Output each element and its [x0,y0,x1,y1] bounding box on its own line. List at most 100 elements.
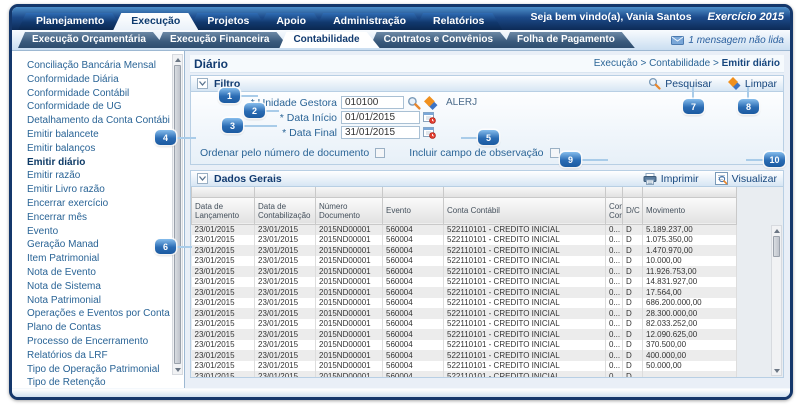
sidebar-item[interactable]: Nota de Sistema [27,280,170,294]
main-menu-tab[interactable]: Relatórios [415,13,502,30]
search-button[interactable]: Pesquisar [648,77,712,90]
sidebar-item[interactable]: Operações e Eventos por Conta [27,307,170,321]
table-row[interactable]: 23/01/201523/01/20152015ND00001560004 52… [192,277,784,288]
clear-field-button[interactable] [424,96,438,110]
sidebar-item[interactable]: Tipo de Retenção [27,376,170,388]
sidebar-item[interactable]: Encerrar mês [27,211,170,225]
sidebar-item[interactable]: Emitir razão [27,169,170,183]
sidebar-item[interactable]: Plano de Contas [27,321,170,335]
unidade-gestora-input[interactable] [341,96,404,109]
table-row[interactable]: 23/01/201523/01/20152015ND00001560004 52… [192,266,784,277]
main-menu-tab[interactable]: Projetos [189,13,267,30]
sidebar-item[interactable]: Processo de Encerramento [27,335,170,349]
sidebar-item[interactable]: Item Patrimonial [27,252,170,266]
sidebar-item[interactable]: Conciliação Bancária Mensal [27,59,170,73]
print-button[interactable]: Imprimir [643,173,699,185]
data-final-input[interactable] [341,126,420,139]
sidebar-item[interactable]: Emitir Livro razão [27,183,170,197]
sidebar-item[interactable]: Encerrar exercício [27,197,170,211]
lookup-button[interactable] [407,96,421,110]
order-checkbox-label: Ordenar pelo número de documento [200,147,369,159]
table-row[interactable]: 23/01/201523/01/20152015ND00001560004 52… [192,371,784,378]
table-row[interactable]: 23/01/201523/01/20152015ND00001560004 52… [192,235,784,246]
table-scrollbar[interactable] [771,225,782,376]
unidade-gestora-name: ALERJ [446,97,477,108]
sidebar-item[interactable]: Evento [27,225,170,239]
column-header[interactable]: D/C [623,197,643,224]
table-row[interactable]: 23/01/201523/01/20152015ND00001560004 52… [192,340,784,351]
search-icon [648,77,661,90]
calendar-button[interactable] [423,111,436,124]
annotation-connector [243,125,277,127]
sidebar-item[interactable]: Nota Patrimonial [27,294,170,308]
envelope-icon [671,36,684,45]
data-inicio-input[interactable] [341,111,420,124]
table-row[interactable]: 23/01/201523/01/20152015ND00001560004 52… [192,287,784,298]
module-tab[interactable]: Folha de Pagamento [503,32,635,48]
clear-button[interactable]: Limpar [728,77,777,90]
unread-messages-link[interactable]: 1 mensagem não lida [671,35,784,46]
sidebar-item[interactable]: Nota de Evento [27,266,170,280]
table-row[interactable]: 23/01/201523/01/20152015ND00001560004 52… [192,245,784,256]
sidebar-item[interactable]: Tipo de Operação Patrimonial [27,363,170,377]
annotation-badge-6: 6 [155,239,176,254]
scroll-up-icon[interactable] [772,226,781,235]
table-row[interactable]: 23/01/201523/01/20152015ND00001560004 52… [192,256,784,267]
sidebar-item[interactable]: Geração Manad [27,238,170,252]
main-menu-tab[interactable]: Apoio [258,13,324,30]
preview-icon [715,172,728,185]
sidebar-item[interactable]: Conformidade Diária [27,73,170,87]
annotation-connector [265,110,279,112]
table-row[interactable]: 23/01/201523/01/20152015ND00001560004 52… [192,329,784,340]
main-menu-tab[interactable]: Administração [315,13,424,30]
order-checkbox[interactable] [375,148,385,158]
sidebar-scroll-thumb[interactable] [174,65,181,364]
sidebar-item[interactable]: Detalhamento da Conta Contábil [27,114,170,128]
sidebar-scrollbar[interactable] [172,54,183,375]
column-header[interactable]: Data de Lançamento [192,197,255,224]
column-header[interactable]: Evento [383,197,444,224]
column-header[interactable]: Movimento [643,197,737,224]
breadcrumb[interactable]: Execução > Contabilidade > Emitir diário [594,58,780,69]
column-header[interactable]: Con Corr [606,197,623,224]
module-tab[interactable]: Contabilidade [279,32,379,48]
data-inicio-label: * Data Início [191,112,341,124]
sidebar-item[interactable]: Relatórios da LRF [27,349,170,363]
column-header[interactable]: Data de Contabilização [255,197,316,224]
table-row[interactable]: 23/01/201523/01/20152015ND00001560004 52… [192,319,784,330]
sidebar-menu: Conciliação Bancária MensalConformidade … [12,51,185,388]
preview-button[interactable]: Visualizar [715,172,777,185]
module-tab[interactable]: Execução Orçamentária [18,32,166,48]
scroll-up-icon[interactable] [173,55,182,64]
sidebar-item[interactable]: Emitir diário [27,156,170,170]
main-menu-bar: PlanejamentoExecuçãoProjetosApoioAdminis… [12,7,790,30]
table-row[interactable]: 23/01/201523/01/20152015ND00001560004 52… [192,224,784,235]
collapse-filter-button[interactable] [197,78,208,89]
main-menu-tab[interactable]: Planejamento [18,13,122,30]
sidebar-item[interactable]: Emitir balanços [27,142,170,156]
table-row[interactable]: 23/01/201523/01/20152015ND00001560004 52… [192,350,784,361]
column-header[interactable]: Conta Contábil [444,197,606,224]
table-scroll-thumb[interactable] [773,236,780,257]
calendar-icon [423,126,436,139]
table-row[interactable]: 23/01/201523/01/20152015ND00001560004 52… [192,298,784,309]
annotation-badge-7: 7 [683,99,704,114]
sidebar-item[interactable]: Emitir balancete [27,128,170,142]
main-menu-tab[interactable]: Execução [113,13,198,30]
scroll-down-icon[interactable] [772,366,781,375]
module-tab[interactable]: Execução Financeira [156,32,290,48]
column-header[interactable]: Número Documento [316,197,383,224]
sidebar-item[interactable]: Conformidade de UG [27,100,170,114]
collapse-data-button[interactable] [197,173,208,184]
annotation-badge-1: 1 [219,88,240,103]
scroll-down-icon[interactable] [173,365,182,374]
printer-icon [643,173,657,185]
module-tab[interactable]: Contratos e Convênios [370,32,513,48]
calendar-button[interactable] [423,126,436,139]
table-row[interactable]: 23/01/201523/01/20152015ND00001560004 52… [192,361,784,372]
observation-checkbox[interactable] [550,148,560,158]
sidebar-item[interactable]: Conformidade Contábil [27,87,170,101]
table-row[interactable]: 23/01/201523/01/20152015ND00001560004 52… [192,308,784,319]
annotation-connector [240,95,258,97]
window-bottom-bar [12,388,790,397]
